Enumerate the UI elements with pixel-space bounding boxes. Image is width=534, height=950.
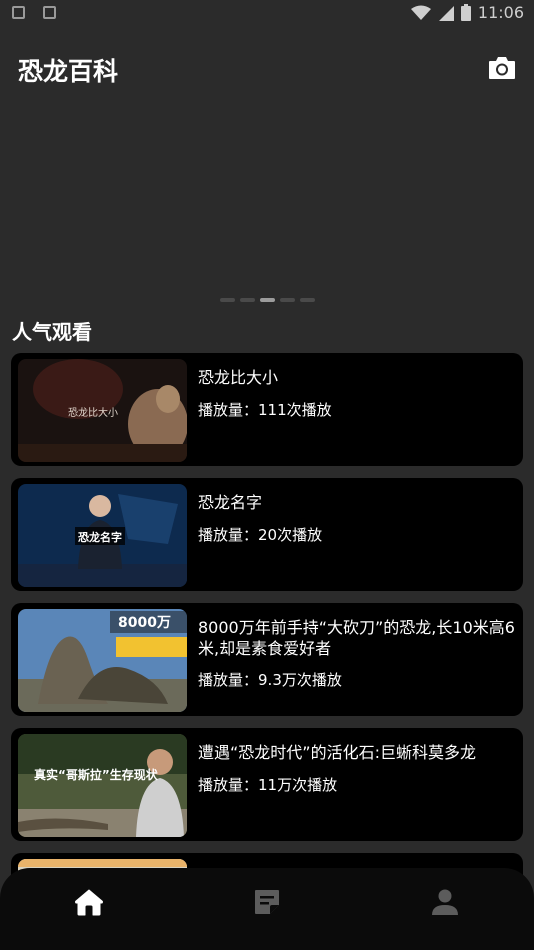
play-count-value: 20次播放 xyxy=(258,526,323,544)
pager-dot[interactable] xyxy=(220,298,235,302)
home-icon xyxy=(75,889,103,916)
app-screen: 11:06 恐龙百科 人气观看 恐龙比大小 恐龙比大小 播放量：111次播放 恐… xyxy=(0,0,534,950)
play-count-label: 播放量： xyxy=(198,776,259,794)
video-title: 恐龙比大小 xyxy=(198,368,279,387)
video-thumbnail: 真实“哥斯拉”生存现状 xyxy=(18,734,187,837)
banner-pager xyxy=(220,298,315,302)
status-notifications xyxy=(12,6,56,19)
video-play-count: 播放量：20次播放 xyxy=(198,524,322,545)
video-thumbnail: 恐龙比大小 xyxy=(18,359,187,462)
section-title: 人气观看 xyxy=(12,320,92,344)
video-list: 恐龙比大小 恐龙比大小 播放量：111次播放 恐龙名字 恐龙名字 播放量：20次… xyxy=(11,353,523,950)
pager-dot[interactable] xyxy=(300,298,315,302)
wifi-icon xyxy=(410,5,431,20)
thumbnail-caption: 恐龙名字 xyxy=(78,530,122,544)
nav-home[interactable] xyxy=(59,877,119,927)
play-count-value: 111次播放 xyxy=(258,401,332,419)
video-title: 8000万年前手持“大砍刀”的恐龙,长10米高6米,却是素食爱好者 xyxy=(198,618,515,658)
thumbnail-caption: 真实“哥斯拉”生存现状 xyxy=(34,767,159,782)
video-card[interactable]: 恐龙比大小 恐龙比大小 播放量：111次播放 xyxy=(11,353,523,466)
camera-button[interactable] xyxy=(487,53,517,83)
video-card[interactable]: 8000万 8000万年前手持“大砍刀”的恐龙,长10米高6米,却是素食爱好者 … xyxy=(11,603,523,716)
nav-notes[interactable] xyxy=(237,877,297,927)
person-icon xyxy=(432,889,458,915)
status-bar: 11:06 xyxy=(0,0,534,28)
video-title: 遭遇“恐龙时代”的活化石:巨蜥科莫多龙 xyxy=(198,743,476,762)
status-time: 11:06 xyxy=(477,3,524,22)
video-thumbnail: 恐龙名字 xyxy=(18,484,187,587)
video-play-count: 播放量：111次播放 xyxy=(198,399,332,420)
video-thumbnail: 8000万 xyxy=(18,609,187,712)
nav-profile[interactable] xyxy=(415,877,475,927)
battery-icon xyxy=(460,4,471,21)
signal-icon xyxy=(438,5,454,21)
bottom-navigation xyxy=(0,868,534,950)
video-card[interactable]: 恐龙名字 恐龙名字 播放量：20次播放 xyxy=(11,478,523,591)
pager-dot[interactable] xyxy=(280,298,295,302)
pager-dot-active[interactable] xyxy=(260,298,275,302)
status-indicators: 11:06 xyxy=(410,3,524,22)
pager-dot[interactable] xyxy=(240,298,255,302)
banner-carousel[interactable] xyxy=(0,95,534,295)
notification-icon xyxy=(12,6,25,19)
video-play-count: 播放量：9.3万次播放 xyxy=(198,669,342,690)
play-count-label: 播放量： xyxy=(198,671,259,689)
camera-icon xyxy=(489,57,515,79)
thumbnail-caption: 恐龙比大小 xyxy=(68,406,118,419)
video-title: 恐龙名字 xyxy=(198,493,263,512)
notes-icon xyxy=(255,890,279,914)
play-count-label: 播放量： xyxy=(198,401,259,419)
play-count-value: 11万次播放 xyxy=(258,776,338,794)
notification-icon xyxy=(43,6,56,19)
thumbnail-caption: 8000万 xyxy=(118,615,171,631)
video-play-count: 播放量：11万次播放 xyxy=(198,774,337,795)
video-card[interactable]: 真实“哥斯拉”生存现状 遭遇“恐龙时代”的活化石:巨蜥科莫多龙 播放量：11万次… xyxy=(11,728,523,841)
play-count-label: 播放量： xyxy=(198,526,259,544)
play-count-value: 9.3万次播放 xyxy=(258,671,342,689)
app-title: 恐龙百科 xyxy=(18,57,119,86)
